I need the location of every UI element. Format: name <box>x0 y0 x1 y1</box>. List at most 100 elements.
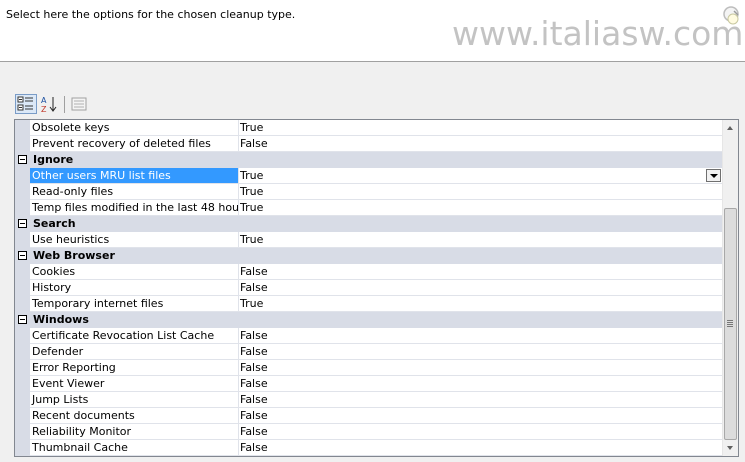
row-margin <box>15 376 30 392</box>
property-row[interactable]: Defender False <box>15 344 723 360</box>
row-margin <box>15 392 30 408</box>
categorized-view-button[interactable] <box>15 94 37 114</box>
sort-alphabetical-button[interactable]: A Z <box>39 94 61 114</box>
property-name[interactable]: Obsolete keys <box>30 120 239 135</box>
property-value[interactable]: True <box>237 184 726 199</box>
category-label: Search <box>33 217 76 230</box>
category-row[interactable]: Web Browser <box>15 248 723 264</box>
categorized-view-icon <box>17 96 33 111</box>
property-row[interactable]: Temporary internet files True <box>15 296 723 312</box>
row-margin <box>15 232 30 248</box>
row-margin <box>15 264 30 280</box>
collapse-icon[interactable] <box>18 251 27 260</box>
property-row[interactable]: Error Reporting False <box>15 360 723 376</box>
collapse-icon[interactable] <box>18 155 27 164</box>
property-name[interactable]: Event Viewer <box>30 376 239 391</box>
svg-text:A: A <box>41 96 47 105</box>
property-row[interactable]: Use heuristics True <box>15 232 723 248</box>
property-row[interactable]: Event Viewer False <box>15 376 723 392</box>
property-grid-rows: Obsolete keys True Prevent recovery of del… <box>15 120 723 456</box>
property-name[interactable]: Thumbnail Cache <box>30 440 239 455</box>
magnifier-logo-icon <box>723 6 739 25</box>
property-row[interactable]: Reliability Monitor False <box>15 424 723 440</box>
scrollbar-grip-icon <box>727 320 733 327</box>
row-margin <box>15 424 30 440</box>
vertical-scrollbar[interactable] <box>722 120 738 456</box>
property-row[interactable]: Cookies False <box>15 264 723 280</box>
collapse-icon[interactable] <box>18 219 27 228</box>
property-value[interactable]: False <box>237 440 726 455</box>
collapse-icon[interactable] <box>18 315 27 324</box>
property-row[interactable]: Read-only files True <box>15 184 723 200</box>
row-margin <box>15 168 30 184</box>
row-margin <box>15 200 30 216</box>
property-name[interactable]: Cookies <box>30 264 239 279</box>
row-margin <box>15 344 30 360</box>
property-row[interactable]: Obsolete keys True <box>15 120 723 136</box>
property-value[interactable]: True <box>237 232 726 247</box>
category-label: Ignore <box>33 153 74 166</box>
row-margin <box>15 440 30 456</box>
category-label: Web Browser <box>33 249 115 262</box>
row-margin <box>15 360 30 376</box>
property-value[interactable]: False <box>237 424 726 439</box>
property-row[interactable]: Other users MRU list files True <box>15 168 723 184</box>
category-row[interactable]: Search <box>15 216 723 232</box>
row-margin <box>15 328 30 344</box>
row-margin <box>15 120 30 136</box>
property-row[interactable]: Certificate Revocation List Cache False <box>15 328 723 344</box>
property-name[interactable]: History <box>30 280 239 295</box>
property-row[interactable]: Jump Lists False <box>15 392 723 408</box>
property-row[interactable]: Temp files modified in the last 48 hours… <box>15 200 723 216</box>
sort-alphabetical-icon: A Z <box>41 96 57 114</box>
row-margin <box>15 184 30 200</box>
property-row[interactable]: History False <box>15 280 723 296</box>
row-margin <box>15 296 30 312</box>
property-value[interactable]: False <box>237 328 726 343</box>
property-pages-button[interactable] <box>69 94 91 114</box>
property-name[interactable]: Read-only files <box>30 184 239 199</box>
property-value[interactable]: False <box>237 280 726 295</box>
property-name[interactable]: Temporary internet files <box>30 296 239 311</box>
property-value[interactable]: False <box>237 376 726 391</box>
property-name[interactable]: Temp files modified in the last 48 hours <box>30 200 239 215</box>
category-row[interactable]: Ignore <box>15 152 723 168</box>
header-panel: Select here the options for the chosen c… <box>0 0 745 62</box>
property-name[interactable]: Prevent recovery of deleted files <box>30 136 239 151</box>
property-value[interactable]: False <box>237 136 726 151</box>
row-margin <box>15 280 30 296</box>
row-margin <box>15 408 30 424</box>
toolbar-separator <box>64 96 65 113</box>
property-row[interactable]: Recent documents False <box>15 408 723 424</box>
category-label: Windows <box>33 313 89 326</box>
property-value[interactable]: True <box>237 120 726 135</box>
property-name[interactable]: Certificate Revocation List Cache <box>30 328 239 343</box>
property-name[interactable]: Other users MRU list files <box>30 168 239 183</box>
property-value[interactable]: True <box>237 200 726 215</box>
property-name[interactable]: Use heuristics <box>30 232 239 247</box>
property-value[interactable]: True <box>237 296 726 311</box>
property-pages-icon <box>71 97 87 111</box>
row-margin <box>15 136 30 152</box>
dropdown-arrow-icon[interactable] <box>706 169 721 182</box>
property-row[interactable]: Thumbnail Cache False <box>15 440 723 456</box>
property-name[interactable]: Error Reporting <box>30 360 239 375</box>
category-row[interactable]: Windows <box>15 312 723 328</box>
scroll-up-arrow-icon[interactable] <box>723 120 738 136</box>
property-value[interactable]: False <box>237 360 726 375</box>
property-value[interactable]: False <box>237 408 726 423</box>
property-name[interactable]: Defender <box>30 344 239 359</box>
property-grid[interactable]: Obsolete keys True Prevent recovery of del… <box>14 119 739 457</box>
watermark-text: www.italiasw.com <box>452 14 744 53</box>
property-name[interactable]: Recent documents <box>30 408 239 423</box>
property-name[interactable]: Jump Lists <box>30 392 239 407</box>
property-value[interactable]: False <box>237 392 726 407</box>
property-value[interactable]: False <box>237 264 726 279</box>
svg-text:Z: Z <box>41 105 47 114</box>
property-value[interactable]: True <box>237 168 726 183</box>
scroll-down-arrow-icon[interactable] <box>723 440 738 456</box>
property-name[interactable]: Reliability Monitor <box>30 424 239 439</box>
property-row[interactable]: Prevent recovery of deleted files False <box>15 136 723 152</box>
instruction-text: Select here the options for the chosen c… <box>6 8 296 21</box>
property-value[interactable]: False <box>237 344 726 359</box>
